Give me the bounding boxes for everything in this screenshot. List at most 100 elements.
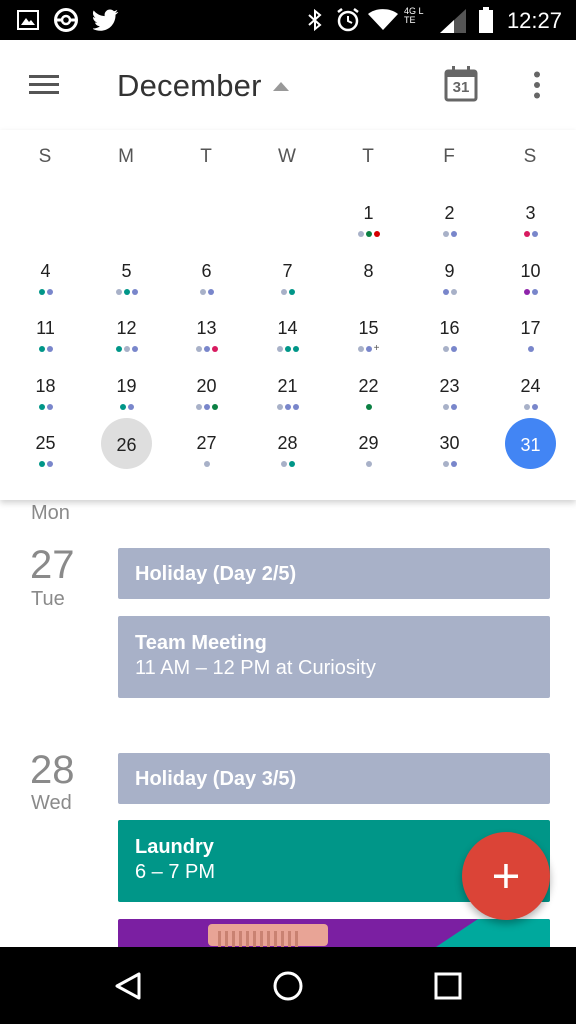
calendar-day-25[interactable]: 25 xyxy=(5,432,86,488)
calendar-day-6[interactable]: 6 xyxy=(166,260,247,316)
event-dot xyxy=(450,289,457,295)
calendar-day-30[interactable]: 30 xyxy=(409,432,490,488)
event-dot xyxy=(365,346,372,352)
event-dot xyxy=(365,404,372,410)
event-indicators xyxy=(5,288,86,296)
event-card[interactable]: Team Meeting 11 AM – 12 PM at Curiosity xyxy=(118,616,550,698)
status-bar: 4G LTE 12:27 xyxy=(0,0,576,40)
event-dot xyxy=(365,461,372,467)
event-dot xyxy=(203,461,210,467)
caret-up-icon[interactable] xyxy=(273,82,289,91)
calendar-day-26[interactable]: 26 xyxy=(86,432,167,488)
event-dot xyxy=(292,346,299,352)
calendar-day-23[interactable]: 23 xyxy=(409,375,490,431)
event-indicators xyxy=(409,345,490,353)
today-button[interactable]: 31 xyxy=(444,66,478,102)
event-dot xyxy=(46,289,53,295)
event-indicators xyxy=(328,403,409,411)
event-title: Holiday (Day 3/5) xyxy=(135,768,297,790)
calendar-day-14[interactable]: 14 xyxy=(247,317,328,373)
day-weekday: Wed xyxy=(31,792,72,814)
calendar-day-9[interactable]: 9 xyxy=(409,260,490,316)
app-toolbar: December 31 xyxy=(0,40,576,130)
event-dot xyxy=(288,289,295,295)
calendar-day-8[interactable]: 8 xyxy=(328,260,409,316)
menu-icon[interactable] xyxy=(29,74,61,96)
calendar-day-28[interactable]: 28 xyxy=(247,432,328,488)
event-indicators xyxy=(247,403,328,411)
event-card-image[interactable] xyxy=(118,919,550,947)
calendar-day-10[interactable]: 10 xyxy=(490,260,571,316)
event-card[interactable]: Holiday (Day 3/5) xyxy=(118,753,550,804)
calendar-day-31[interactable]: 31 xyxy=(490,432,571,488)
day-number: 5 xyxy=(121,261,132,281)
calendar-day-17[interactable]: 17 xyxy=(490,317,571,373)
day-number: 14 xyxy=(277,318,298,338)
event-dot xyxy=(527,346,534,352)
event-indicators xyxy=(247,345,328,353)
more-vert-icon[interactable] xyxy=(532,71,542,99)
calendar-day-21[interactable]: 21 xyxy=(247,375,328,431)
calendar-day-13[interactable]: 13 xyxy=(166,317,247,373)
event-dot xyxy=(531,231,538,237)
calendar-day-11[interactable]: 11 xyxy=(5,317,86,373)
event-indicators xyxy=(166,403,247,411)
event-dot xyxy=(211,404,218,410)
event-dot xyxy=(280,461,287,467)
event-dot xyxy=(523,404,530,410)
day-number: 7 xyxy=(282,261,293,281)
event-indicators xyxy=(86,403,167,411)
event-dot xyxy=(115,289,122,295)
calendar-day-1[interactable]: 1 xyxy=(328,202,409,258)
event-dot xyxy=(131,289,138,295)
event-dot xyxy=(115,346,122,352)
calendar-day-4[interactable]: 4 xyxy=(5,260,86,316)
event-dot xyxy=(276,346,283,352)
day-number: 19 xyxy=(116,376,137,396)
calendar-day-12[interactable]: 12 xyxy=(86,317,167,373)
event-dot xyxy=(450,231,457,237)
event-title: Holiday (Day 2/5) xyxy=(135,563,297,585)
event-dot xyxy=(131,346,138,352)
event-indicators xyxy=(490,403,571,411)
day-number: 12 xyxy=(116,318,137,338)
back-icon[interactable] xyxy=(113,971,143,1001)
home-icon[interactable] xyxy=(272,970,304,1002)
calendar-day-27[interactable]: 27 xyxy=(166,432,247,488)
network-label: 4G LTE xyxy=(404,6,424,25)
event-dot xyxy=(38,461,45,467)
event-dot xyxy=(442,404,449,410)
event-indicators xyxy=(247,460,328,468)
day-number: 30 xyxy=(439,433,460,453)
event-dot xyxy=(123,346,130,352)
create-event-button[interactable] xyxy=(462,832,550,920)
event-card[interactable]: Holiday (Day 2/5) xyxy=(118,548,550,599)
day-date: 28 xyxy=(30,748,75,792)
event-dot xyxy=(127,404,134,410)
calendar-day-29[interactable]: 29 xyxy=(328,432,409,488)
calendar-day-20[interactable]: 20 xyxy=(166,375,247,431)
month-title[interactable]: December xyxy=(117,68,262,104)
month-calendar: SMTWTFS 1 2 3 4 5 6 7 8 9 10 11 12 13 14 15 +16 17 18 19 20… xyxy=(0,130,576,500)
lte-icon: 4G LTE xyxy=(404,5,438,33)
calendar-day-2[interactable]: 2 xyxy=(409,202,490,258)
event-indicators xyxy=(328,230,409,238)
recents-icon[interactable] xyxy=(434,972,462,1000)
calendar-day-22[interactable]: 22 xyxy=(328,375,409,431)
calendar-day-18[interactable]: 18 xyxy=(5,375,86,431)
calendar-day-7[interactable]: 7 xyxy=(247,260,328,316)
calendar-day-5[interactable]: 5 xyxy=(86,260,167,316)
event-indicators xyxy=(86,288,167,296)
event-indicators xyxy=(86,345,167,353)
battery-icon xyxy=(479,7,493,33)
event-dot xyxy=(442,231,449,237)
calendar-day-3[interactable]: 3 xyxy=(490,202,571,258)
event-indicators xyxy=(490,462,571,470)
event-dot xyxy=(450,346,457,352)
calendar-day-15[interactable]: 15 + xyxy=(328,317,409,373)
day-number: 29 xyxy=(358,433,379,453)
calendar-day-16[interactable]: 16 xyxy=(409,317,490,373)
event-dot xyxy=(292,404,299,410)
day-number: 22 xyxy=(358,376,379,396)
event-dot xyxy=(373,231,380,237)
